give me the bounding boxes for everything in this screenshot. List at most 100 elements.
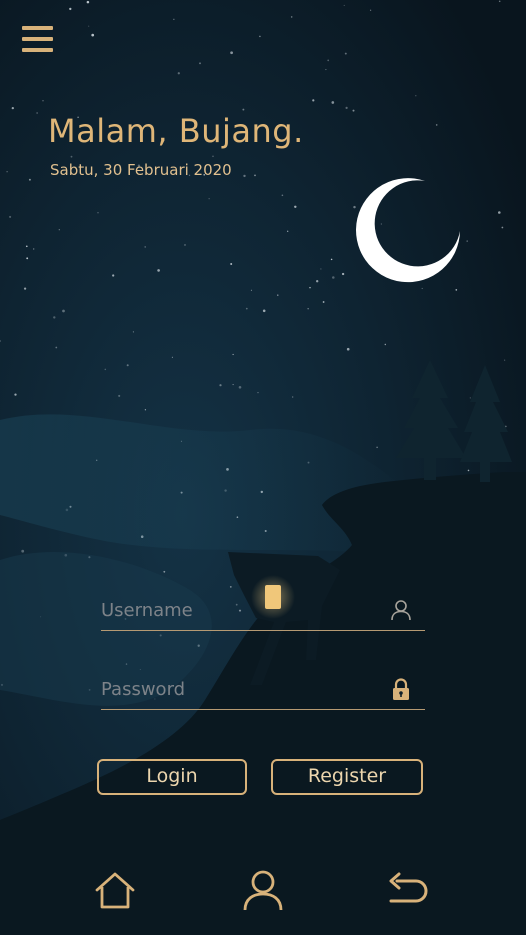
star — [62, 309, 65, 313]
star — [435, 124, 438, 126]
star — [316, 280, 319, 283]
star — [232, 384, 234, 386]
star — [53, 316, 56, 319]
greeting-title: Malam, Bujang. — [48, 112, 304, 150]
star — [243, 174, 246, 178]
star — [21, 549, 25, 553]
star — [69, 7, 72, 11]
star — [229, 585, 232, 588]
star — [332, 276, 335, 279]
star — [208, 198, 210, 200]
star — [112, 274, 115, 277]
star — [58, 229, 60, 231]
star — [26, 257, 29, 260]
register-button[interactable]: Register — [271, 759, 423, 795]
star — [352, 109, 355, 112]
star — [230, 51, 233, 55]
app-screen: Malam, Bujang. Sabtu, 30 Februari 2020 L… — [0, 0, 526, 935]
star — [312, 99, 315, 102]
star — [163, 570, 166, 573]
star — [376, 446, 378, 449]
star — [144, 409, 147, 411]
star — [25, 245, 28, 248]
star — [104, 368, 107, 371]
star — [42, 100, 44, 102]
star — [281, 194, 284, 197]
home-icon[interactable] — [93, 868, 137, 912]
username-field — [101, 592, 425, 631]
star — [9, 215, 12, 218]
star — [501, 226, 504, 229]
star — [88, 25, 90, 27]
star — [219, 384, 222, 387]
star — [353, 205, 356, 209]
star — [415, 95, 417, 97]
star — [212, 155, 214, 158]
star — [290, 16, 293, 18]
star — [157, 269, 160, 272]
star — [369, 9, 372, 11]
star — [330, 258, 333, 261]
star — [230, 263, 233, 265]
star — [343, 4, 345, 6]
star — [184, 244, 186, 246]
star — [86, 0, 90, 4]
star — [199, 62, 201, 65]
star — [292, 396, 294, 398]
star — [126, 364, 129, 367]
star — [322, 301, 325, 303]
login-button[interactable]: Login — [97, 759, 247, 795]
username-input[interactable] — [101, 592, 381, 628]
hamburger-menu-icon[interactable] — [18, 22, 58, 58]
star — [325, 69, 327, 71]
star — [504, 359, 506, 361]
star — [259, 35, 261, 38]
star — [257, 392, 259, 394]
star — [238, 385, 242, 389]
star — [294, 205, 297, 209]
star — [262, 309, 266, 313]
star — [11, 106, 14, 110]
star — [345, 106, 348, 110]
star — [384, 343, 387, 346]
star — [254, 174, 256, 177]
star — [97, 212, 99, 214]
star — [177, 72, 180, 75]
lock-icon — [393, 678, 409, 700]
star — [320, 268, 322, 270]
star — [380, 223, 382, 225]
star — [498, 211, 501, 214]
star — [242, 108, 245, 111]
password-field — [101, 671, 425, 710]
star — [23, 287, 27, 290]
star — [341, 272, 345, 276]
star — [36, 112, 38, 114]
star — [245, 307, 248, 310]
menu-bar — [22, 26, 53, 30]
star — [327, 59, 330, 62]
star — [70, 155, 73, 158]
back-icon[interactable] — [386, 868, 430, 912]
star — [28, 178, 31, 181]
star — [307, 308, 309, 310]
profile-icon[interactable] — [241, 868, 285, 912]
star — [277, 294, 279, 296]
star — [32, 248, 35, 250]
star — [309, 286, 311, 289]
star — [232, 353, 234, 356]
star — [91, 33, 95, 37]
star — [455, 289, 458, 291]
password-input[interactable] — [101, 671, 381, 707]
star — [469, 397, 471, 399]
star — [14, 393, 17, 396]
user-icon — [391, 600, 411, 621]
star — [132, 331, 134, 333]
star — [467, 469, 470, 472]
star — [421, 287, 423, 290]
star — [498, 0, 501, 3]
date-label: Sabtu, 30 Februari 2020 — [50, 161, 232, 179]
star — [144, 246, 146, 248]
star — [55, 346, 58, 349]
menu-bar — [22, 37, 53, 41]
star — [331, 101, 335, 104]
